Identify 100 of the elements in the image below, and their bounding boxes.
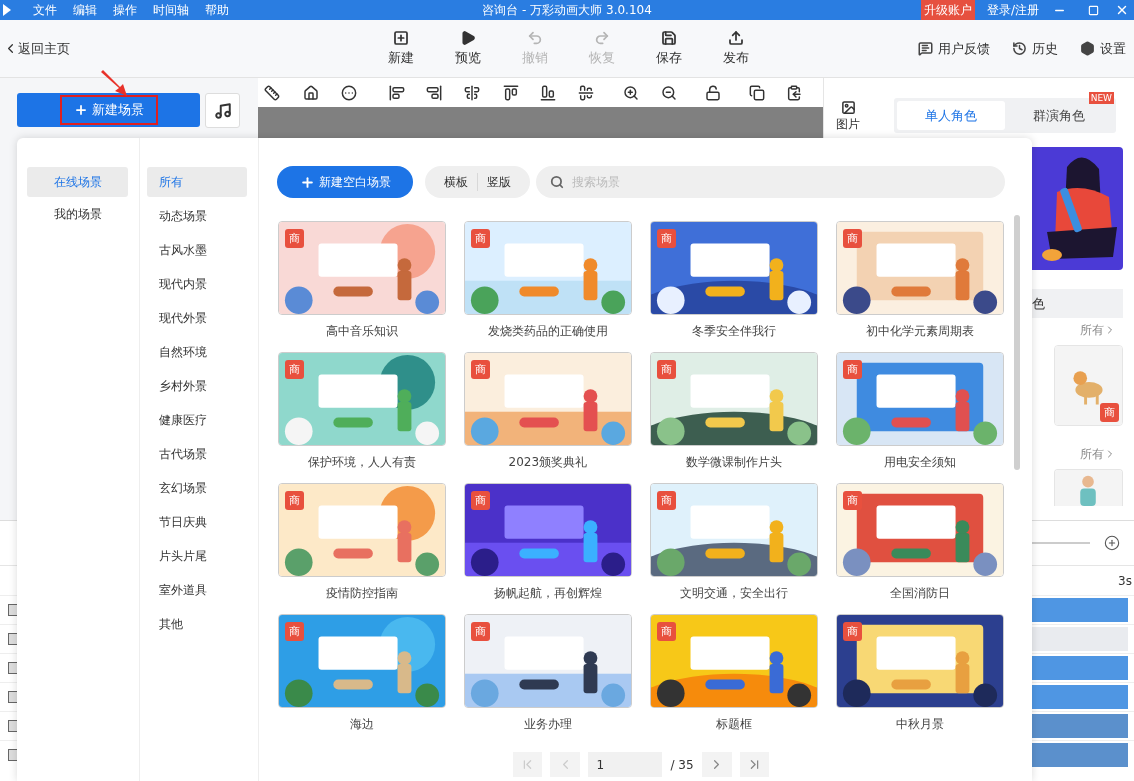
category-item[interactable]: 现代外景 [147,303,247,333]
scene-title: 高中音乐知识 [325,323,398,339]
close-icon[interactable] [1115,3,1129,17]
commercial-badge: 商 [843,622,863,641]
new-blank-scene-button[interactable]: 新建空白场景 [277,166,413,198]
source-tab[interactable]: 在线场景 [27,167,128,197]
music-button[interactable] [205,93,240,128]
align-top-icon[interactable] [503,84,519,101]
scene-thumbnail[interactable]: 商 [463,614,632,708]
track-icon [8,720,18,732]
scene-thumbnail[interactable]: 商 [463,483,632,577]
scene-thumbnail[interactable]: 商 [277,483,446,577]
zoom-in-icon[interactable] [1104,535,1120,551]
scene-thumbnail[interactable]: 商 [650,352,819,446]
unlock-icon[interactable] [705,84,721,101]
login-link[interactable]: 登录/注册 [986,0,1039,20]
category-item[interactable]: 现代内景 [147,269,247,299]
image-tab[interactable]: 图片 [836,100,860,133]
tab-label[interactable]: 色 [1032,293,1045,314]
commercial-badge: 商 [1100,403,1119,422]
role-tab[interactable]: 群演角色 [1005,101,1113,130]
menu-item[interactable]: 编辑 [73,0,97,20]
menu-item[interactable]: 文件 [33,0,57,20]
upgrade-button[interactable]: 升级账户 [920,0,975,20]
track-icon [8,604,18,616]
category-item[interactable]: 玄幻场景 [147,473,247,503]
copy-icon[interactable] [749,84,765,101]
scene-title: 发烧类药品的正确使用 [487,323,608,339]
menu-item[interactable]: 操作 [113,0,137,20]
page-field[interactable]: 1 [588,752,663,777]
category-item[interactable]: 自然环境 [147,337,247,367]
category-item[interactable]: 节日庆典 [147,507,247,537]
see-all-link[interactable]: 所有 [1080,321,1116,339]
track-icon [8,662,18,674]
redo-icon [593,29,610,46]
align-middle-icon[interactable] [578,84,594,101]
toolbar-button[interactable]: 保存 [635,29,702,68]
new-icon [392,29,409,46]
scene-thumbnail[interactable]: 商 [650,221,819,315]
see-all-link[interactable]: 所有 [1080,445,1116,463]
new-scene-button[interactable]: 新建场景 [17,93,200,127]
plus-icon [73,103,88,117]
category-item[interactable]: 其他 [147,609,247,639]
align-right-icon[interactable] [426,84,442,101]
upload-icon [727,29,744,46]
scene-title: 全国消防日 [890,585,951,601]
toolbar-button[interactable]: 预览 [434,29,501,68]
window-title: 咨询台 - 万彩动画大师 3.0.104 [482,2,652,19]
scene-thumbnail[interactable]: 商 [277,221,446,315]
toolbar-button[interactable]: 新建 [367,29,434,68]
scene-thumbnail[interactable]: 商 [836,614,1005,708]
ruler-icon[interactable] [264,84,280,101]
home-icon[interactable] [303,84,319,101]
role-tab[interactable]: 单人角色 [897,101,1005,130]
scene-thumbnail[interactable]: 商 [650,614,819,708]
scrollbar-thumb[interactable] [1014,215,1020,470]
align-bottom-icon[interactable] [540,84,556,101]
time-label: 3s [1118,572,1132,590]
last-page-button[interactable] [739,752,769,777]
scene-title: 文明交通，安全出行 [680,585,789,601]
orientation-option[interactable]: 横板 [435,173,477,191]
commercial-badge: 商 [843,360,863,379]
toolbar-link[interactable]: 设置 [1080,38,1126,59]
orientation-option[interactable]: 竖版 [477,173,520,191]
scene-thumbnail[interactable]: 商 [650,483,819,577]
source-tab[interactable]: 我的场景 [27,199,128,229]
scene-thumbnail[interactable]: 商 [277,614,446,708]
paste-icon[interactable] [786,84,802,101]
more-icon[interactable] [341,84,357,101]
back-link[interactable]: 返回主页 [3,38,70,59]
category-item[interactable]: 片头片尾 [147,541,247,571]
category-item[interactable]: 所有 [147,167,247,197]
plus-icon [299,174,315,190]
category-item[interactable]: 古风水墨 [147,235,247,265]
scene-thumbnail[interactable]: 商 [836,352,1005,446]
toolbar-link[interactable]: 用户反馈 [918,38,990,59]
undo-icon [526,29,543,46]
scene-title: 扬帆起航，再创辉煌 [493,585,602,601]
scene-title: 数学微课制作片头 [686,454,783,470]
zoom-in-icon[interactable] [623,84,639,101]
category-item[interactable]: 乡村外景 [147,371,247,401]
scene-thumbnail[interactable]: 商 [463,352,632,446]
category-item[interactable]: 健康医疗 [147,405,247,435]
toolbar-button[interactable]: 发布 [702,29,769,68]
scene-thumbnail[interactable]: 商 [463,221,632,315]
category-item[interactable]: 古代场景 [147,439,247,469]
align-left-icon[interactable] [389,84,405,101]
zoom-out-icon[interactable] [661,84,677,101]
history-icon [1012,41,1027,56]
scene-thumbnail[interactable]: 商 [836,483,1005,577]
align-center-icon[interactable] [464,84,480,101]
scene-thumbnail[interactable]: 商 [277,352,446,446]
menu-item[interactable]: 帮助 [205,0,229,20]
category-item[interactable]: 室外道具 [147,575,247,605]
menu-item[interactable]: 时间轴 [153,0,189,20]
toolbar-link[interactable]: 历史 [1012,38,1058,59]
scene-title: 中秋月景 [896,716,945,732]
category-item[interactable]: 动态场景 [147,201,247,231]
maximize-icon[interactable] [1088,4,1099,16]
save-icon [660,29,677,46]
